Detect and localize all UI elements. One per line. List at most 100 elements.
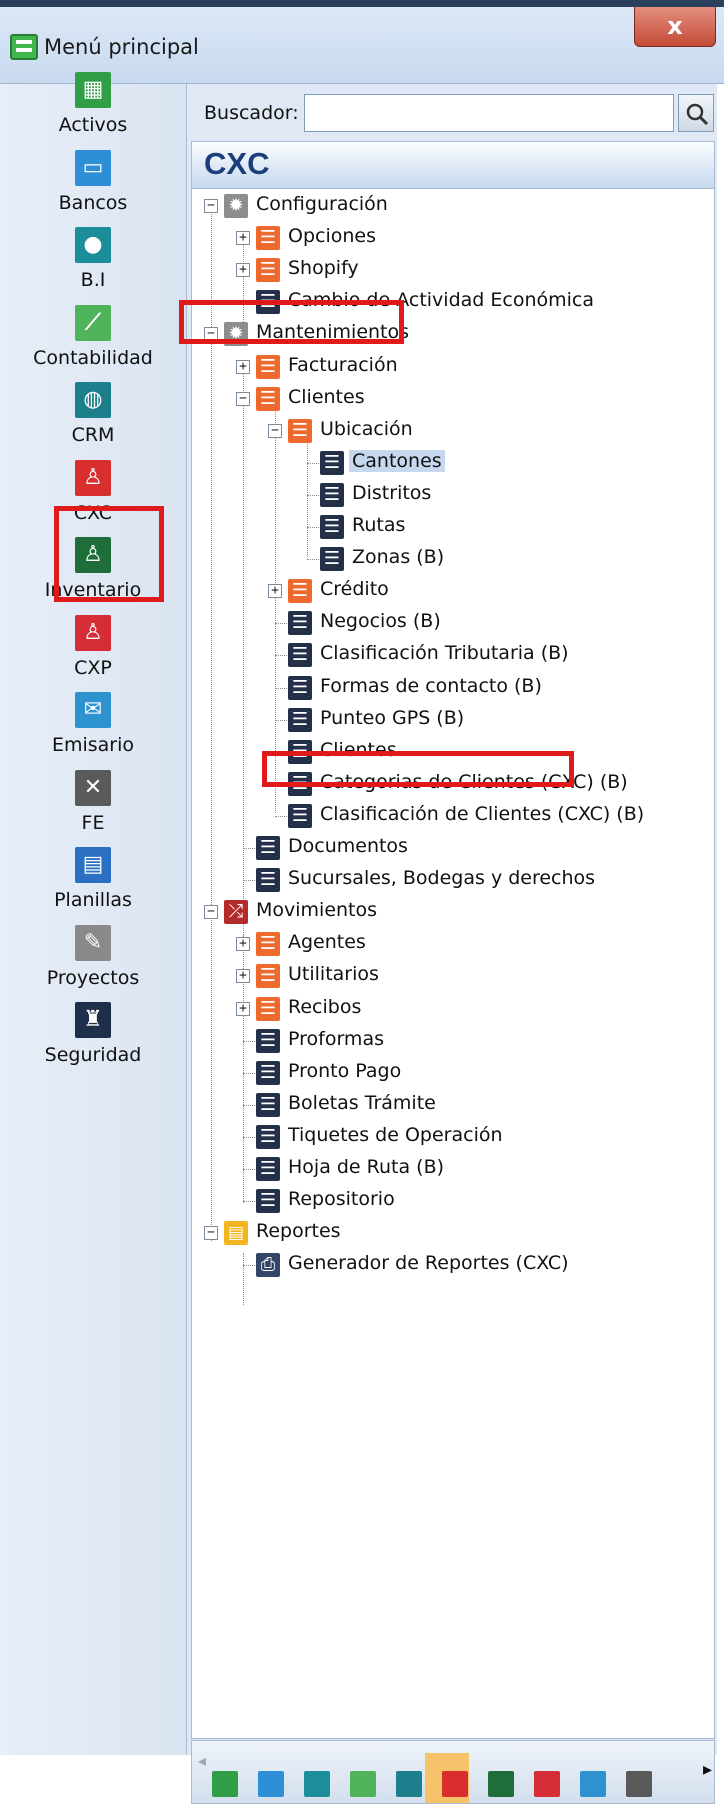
close-button[interactable]: x xyxy=(634,7,716,47)
tree-node-label: Clasificación de Clientes (CXC) (B) xyxy=(320,802,645,825)
list-orange-icon xyxy=(256,964,280,989)
tools-icon: ✕ xyxy=(75,769,111,806)
tree-node[interactable]: Tiquetes de Operación xyxy=(192,1122,712,1152)
collapse-icon[interactable]: − xyxy=(204,1226,218,1241)
tree-node-label: Opciones xyxy=(288,225,376,248)
bottom-globe-icon[interactable] xyxy=(396,1771,422,1797)
collapse-icon[interactable]: − xyxy=(204,199,218,213)
tree-node[interactable]: − Ubicación xyxy=(192,416,712,446)
sidebar-item-bancos[interactable]: ▭ Bancos xyxy=(0,149,186,214)
sidebar-item-planillas[interactable]: ▤ Planillas xyxy=(0,847,186,911)
menu-tree: −Configuración+Opciones+ShopifyCambio de… xyxy=(191,189,715,1739)
sidebar-item-b-i[interactable]: ● B.I xyxy=(0,227,186,291)
tree-node[interactable]: Formas de contacto (B) xyxy=(192,673,712,703)
sidebar-glyph: ♜ xyxy=(83,1007,103,1032)
tree-node-label: Distritos xyxy=(352,481,432,504)
collapse-icon[interactable]: − xyxy=(236,391,250,406)
tree-node[interactable]: Repositorio xyxy=(192,1186,712,1216)
bottom-person-icon[interactable] xyxy=(442,1771,468,1797)
bottom-tools-icon[interactable] xyxy=(626,1771,652,1797)
expand-icon[interactable]: + xyxy=(236,359,250,374)
sidebar-item-cxp[interactable]: ♙ CXP xyxy=(0,614,186,679)
bottom-person-money-icon[interactable] xyxy=(534,1771,560,1797)
tree-node[interactable]: Proformas xyxy=(192,1026,712,1056)
tree-node[interactable]: Rutas xyxy=(192,512,712,542)
sidebar-glyph: ▭ xyxy=(82,154,104,180)
sidebar-glyph: ▦ xyxy=(82,77,104,102)
sidebar-item-proyectos[interactable]: ✎ Proyectos xyxy=(0,924,186,989)
tree-node[interactable]: Punteo GPS (B) xyxy=(192,705,712,735)
tree-node[interactable]: + Crédito xyxy=(192,576,712,606)
sidebar-item-fe[interactable]: ✕ FE xyxy=(0,769,186,834)
tree-node[interactable]: − Reportes xyxy=(192,1218,712,1248)
module-header: CXC xyxy=(191,141,715,189)
tree-node[interactable]: − Configuración xyxy=(192,191,712,221)
scroll-right-icon[interactable]: ▸ xyxy=(703,1759,712,1780)
search-input[interactable] xyxy=(304,94,674,132)
tree-node[interactable]: Hoja de Ruta (B) xyxy=(192,1154,712,1184)
tree-node[interactable]: Documentos xyxy=(192,833,712,863)
sidebar-item-label: Emisario xyxy=(51,734,135,756)
bottom-register-icon[interactable] xyxy=(212,1771,238,1797)
tree-node-label: Formas de contacto (B) xyxy=(320,674,542,697)
tree-node[interactable]: Cantones xyxy=(192,448,712,478)
tree-node[interactable]: + Shopify xyxy=(192,255,712,285)
tree-node-label: Hoja de Ruta (B) xyxy=(288,1156,445,1178)
tree-node[interactable]: Zonas (B) xyxy=(192,544,712,574)
briefcase-icon: ▭ xyxy=(75,149,111,186)
tree-node-label: Tiquetes de Operación xyxy=(288,1123,503,1146)
person-money-icon: ♙ xyxy=(75,614,111,651)
sidebar-item-label: Contabilidad xyxy=(33,346,153,369)
list-dark-icon xyxy=(256,1124,280,1149)
sidebar-item-emisario[interactable]: ✉ Emisario xyxy=(0,692,186,756)
tree-node[interactable]: − Movimientos xyxy=(192,897,712,927)
expand-icon[interactable]: + xyxy=(236,937,250,952)
list-orange-icon xyxy=(288,579,312,604)
bottom-person-cart-icon[interactable] xyxy=(488,1771,514,1797)
tree-node[interactable]: Distritos xyxy=(192,480,712,510)
tree-node[interactable]: Boletas Trámite xyxy=(192,1090,712,1120)
list-dark-icon xyxy=(256,1060,280,1085)
tree-node-label: Movimientos xyxy=(256,899,378,922)
sidebar-item-activos[interactable]: ▦ Activos xyxy=(0,72,186,136)
search-button[interactable] xyxy=(678,94,714,132)
tree-node[interactable]: Clasificación de Clientes (CXC) (B) xyxy=(192,801,712,831)
expand-icon[interactable]: + xyxy=(236,231,250,246)
sidebar-item-seguridad[interactable]: ♜ Seguridad xyxy=(0,1002,186,1066)
tree-node[interactable]: Generador de Reportes (CXC) xyxy=(192,1250,712,1280)
tree-node-label: Utilitarios xyxy=(288,963,379,986)
list-dark-icon xyxy=(256,1189,280,1214)
tree-node[interactable]: Pronto Pago xyxy=(192,1058,712,1088)
tree-node-label: Documentos xyxy=(288,835,408,857)
list-dark-icon xyxy=(320,482,344,507)
sidebar-item-contabilidad[interactable]: ⟋ Contabilidad xyxy=(0,304,186,369)
mantenimientos-highlight-box xyxy=(179,300,404,344)
tree-node[interactable]: Sucursales, Bodegas y derechos xyxy=(192,865,712,895)
scroll-left-icon[interactable]: ◂ xyxy=(198,1751,206,1770)
bottom-line-chart-icon[interactable] xyxy=(350,1771,376,1797)
tree-node[interactable]: Clasificación Tributaria (B) xyxy=(192,640,712,670)
collapse-icon[interactable]: − xyxy=(204,905,218,920)
expand-icon[interactable]: + xyxy=(236,1001,250,1016)
tree-node[interactable]: Negocios (B) xyxy=(192,608,712,638)
bottom-briefcase-icon[interactable] xyxy=(258,1771,284,1797)
expand-icon[interactable]: + xyxy=(236,263,250,278)
list-orange-icon xyxy=(256,932,280,957)
tree-node[interactable]: − Clientes xyxy=(192,384,712,414)
cxc-highlight-box xyxy=(54,506,164,602)
tree-node[interactable]: + Recibos xyxy=(192,994,712,1024)
tree-node[interactable]: + Facturación xyxy=(192,352,712,382)
tree-node[interactable]: + Opciones xyxy=(192,223,712,253)
sidebar-item-label: Activos xyxy=(58,114,128,136)
expand-icon[interactable]: + xyxy=(268,584,282,599)
sidebar-item-crm[interactable]: ◍ CRM xyxy=(0,382,186,446)
bottom-bulb-icon[interactable] xyxy=(304,1771,330,1797)
sidebar-item-label: CXP xyxy=(74,656,112,679)
collapse-icon[interactable]: − xyxy=(268,423,282,438)
expand-icon[interactable]: + xyxy=(236,969,250,984)
sidebar-item-label: Seguridad xyxy=(44,1044,142,1066)
module-sidebar: ▦ Activos ▭ Bancos ● B.I ⟋ Contabilidad ◍ CRM ♙ CXC… xyxy=(0,72,187,1755)
bottom-envelope-icon[interactable] xyxy=(580,1771,606,1797)
tree-node[interactable]: + Utilitarios xyxy=(192,961,712,991)
tree-node[interactable]: + Agentes xyxy=(192,929,712,959)
